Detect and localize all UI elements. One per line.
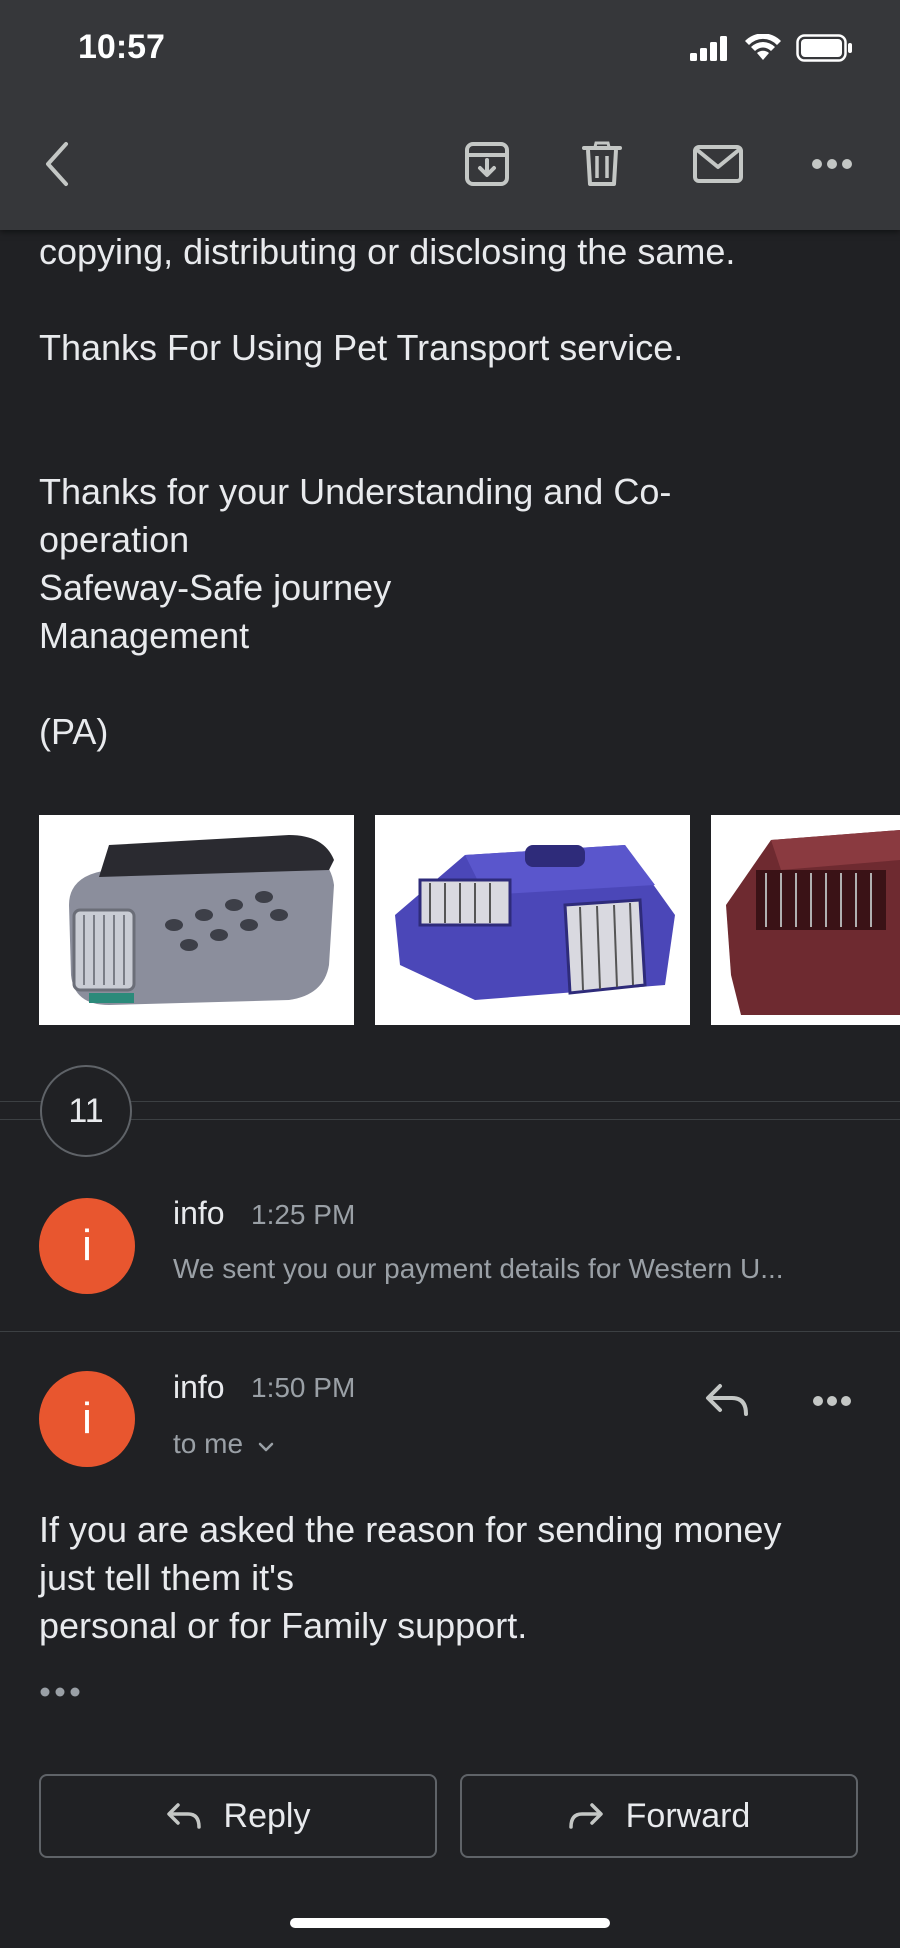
body-line-management: Management [39,615,250,656]
message-more-button[interactable] [810,1390,854,1412]
sender-name[interactable]: info [173,1195,225,1232]
sender-name[interactable]: info [173,1369,225,1406]
battery-icon [796,34,852,62]
more-options-button[interactable] [806,138,858,190]
message-body-line-3: personal or for Family support. [39,1605,528,1646]
reply-button[interactable]: Reply [39,1774,437,1858]
more-horizontal-icon [813,1396,851,1406]
back-button[interactable] [30,138,82,190]
body-line-understanding-1: Thanks for your Understanding and Co- [39,471,672,512]
attachment-thumbnail-1[interactable] [39,815,354,1025]
archive-icon [465,142,509,186]
forward-button[interactable]: Forward [460,1774,858,1858]
message-time: 1:25 PM [251,1199,356,1230]
message-divider [0,1331,900,1332]
status-time: 10:57 [78,28,165,66]
message-snippet[interactable]: We sent you our payment details for West… [173,1253,843,1285]
pet-carrier-blue-image [375,815,690,1025]
message-body-line-1: If you are asked the reason for sending … [39,1509,782,1550]
body-line-thanks-service: Thanks For Using Pet Transport service. [39,327,684,368]
avatar: i [39,1198,135,1294]
chevron-left-icon [46,142,68,186]
body-line-understanding-2: operation [39,519,190,560]
collapsed-divider-top [0,1101,900,1102]
delete-button[interactable] [576,138,628,190]
collapsed-divider-bottom [0,1119,900,1120]
body-line-company: Safeway-Safe journey [39,567,392,608]
forward-label: Forward [625,1796,751,1835]
wifi-icon [745,34,781,60]
attachment-thumbnail-3[interactable] [711,815,900,1025]
status-bar: 10:57 [0,0,900,100]
body-line-initials: (PA) [39,711,109,752]
recipient-label: to me [173,1428,244,1459]
mark-unread-button[interactable] [692,138,744,190]
more-horizontal-icon [40,1687,80,1697]
archive-button[interactable] [461,138,513,190]
attachment-thumbnail-2[interactable] [375,815,690,1025]
mail-icon [693,145,743,183]
pet-carrier-red-image [711,815,900,1025]
trash-icon [582,141,622,186]
message-time: 1:50 PM [251,1372,356,1403]
cellular-signal-icon [690,36,727,61]
message-body-line-2: just tell them it's [39,1557,294,1598]
collapsed-messages-count[interactable]: 11 [40,1065,132,1157]
avatar: i [39,1371,135,1467]
more-horizontal-icon [812,159,852,169]
chevron-down-icon [258,1442,274,1452]
reply-label: Reply [223,1796,311,1835]
recipient-toggle[interactable]: to me [173,1428,275,1460]
forward-icon [568,1803,603,1829]
show-trimmed-content-button[interactable] [40,1680,86,1704]
body-line-copying: copying, distributing or disclosing the … [39,231,736,272]
home-indicator[interactable] [290,1918,610,1928]
reply-icon [166,1803,201,1829]
status-icons [690,34,854,62]
top-app-bar: 10:57 [0,0,900,230]
reply-icon [706,1384,748,1416]
reply-icon-button[interactable] [702,1378,752,1422]
pet-carrier-gray-image [39,815,354,1025]
